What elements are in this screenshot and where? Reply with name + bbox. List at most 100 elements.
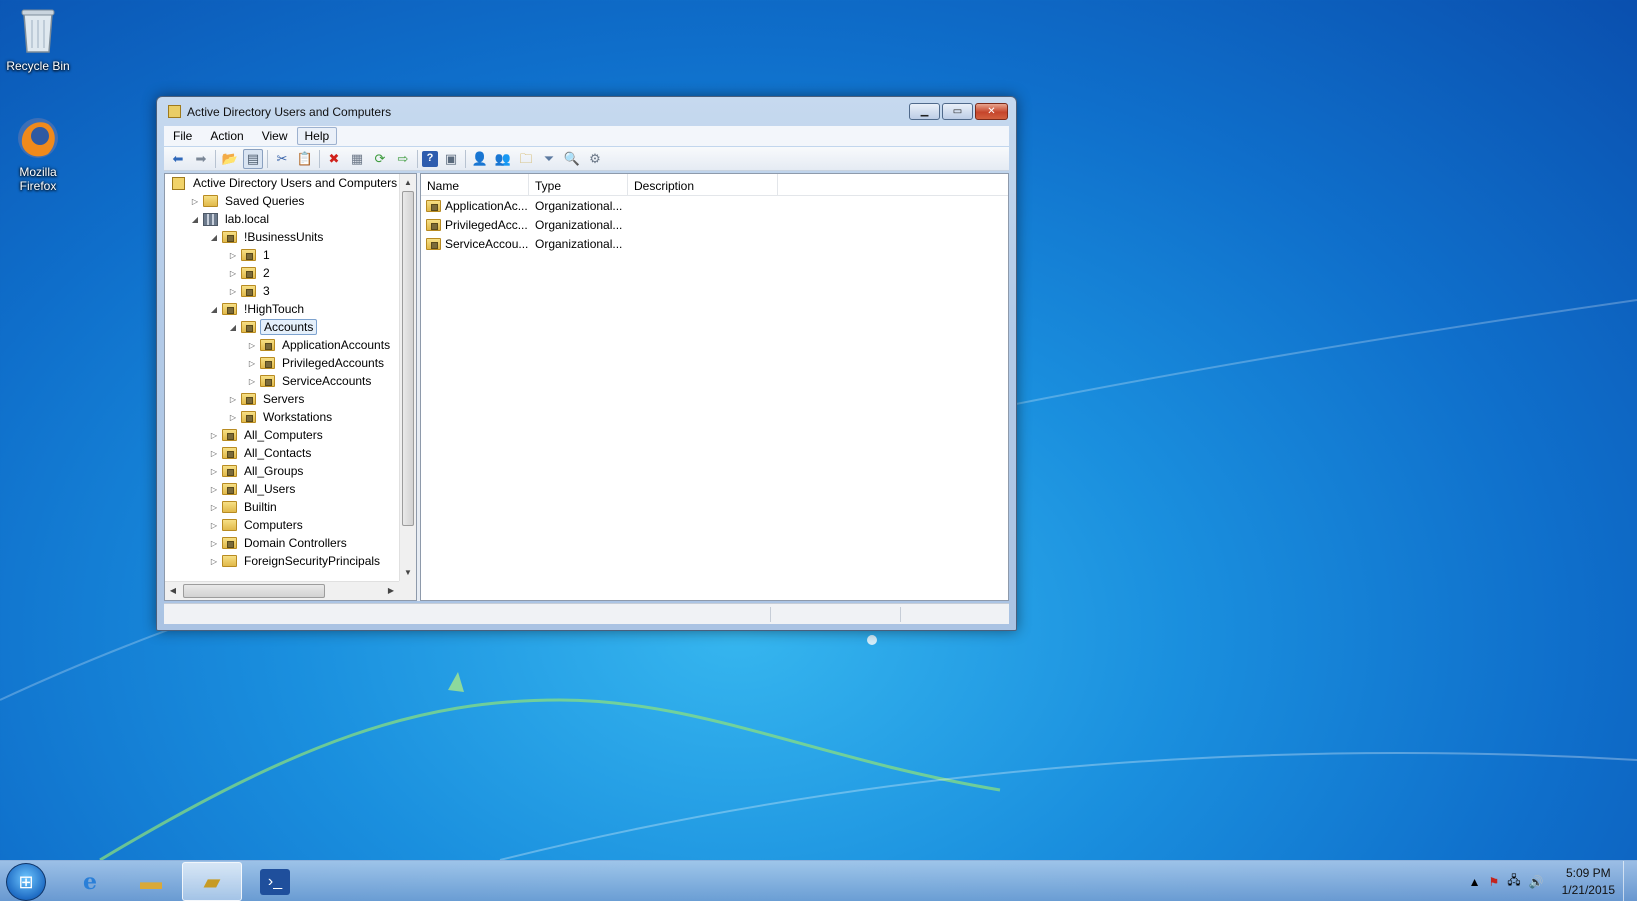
expand-arrow-icon[interactable]: ▷ — [228, 395, 238, 404]
expand-arrow-icon[interactable]: ▷ — [247, 359, 257, 368]
collapse-arrow-icon[interactable]: ◢ — [228, 323, 238, 332]
tree-item[interactable]: ▷ All_Groups — [165, 462, 399, 480]
taskbar-aduc[interactable]: ▰ — [182, 862, 242, 901]
tree-item[interactable]: ▷ Domain Controllers — [165, 534, 399, 552]
expand-arrow-icon[interactable]: ▷ — [209, 521, 219, 530]
taskbar-internet-explorer[interactable]: e — [60, 862, 120, 901]
action-center-icon[interactable]: ⚑ — [1489, 875, 1500, 889]
expand-arrow-icon[interactable]: ▷ — [228, 251, 238, 260]
expand-arrow-icon[interactable]: ▷ — [209, 557, 219, 566]
tree-item[interactable]: ▷ Builtin — [165, 498, 399, 516]
title-bar[interactable]: Active Directory Users and Computers ▁ ▭… — [157, 97, 1016, 125]
clock[interactable]: 5:09 PM 1/21/2015 — [1562, 865, 1615, 899]
volume-icon[interactable]: 🔊 — [1529, 875, 1544, 889]
expand-arrow-icon[interactable]: ▷ — [209, 485, 219, 494]
tree-item[interactable]: ◢ Accounts — [165, 318, 399, 336]
expand-arrow-icon[interactable]: ▷ — [209, 467, 219, 476]
list-item[interactable]: ServiceAccou... Organizational... — [421, 234, 1008, 253]
show-hide-icon[interactable]: ▣ — [441, 149, 461, 169]
expand-arrow-icon[interactable]: ▷ — [190, 197, 200, 206]
column-header-name[interactable]: Name — [421, 174, 529, 195]
tree-item[interactable]: ▷ ServiceAccounts — [165, 372, 399, 390]
desktop-icon-recycle-bin[interactable]: Recycle Bin — [0, 6, 76, 73]
copy-icon[interactable]: 📋 — [295, 149, 315, 169]
close-button[interactable]: ✕ — [975, 103, 1008, 120]
tree-item[interactable]: ◢ lab.local — [165, 210, 399, 228]
console-tree-icon[interactable]: ▤ — [243, 148, 263, 169]
tree-item[interactable]: ▷ 3 — [165, 282, 399, 300]
expand-arrow-icon[interactable]: ▷ — [209, 431, 219, 440]
column-header-description[interactable]: Description — [628, 174, 778, 195]
column-header-type[interactable]: Type — [529, 174, 628, 195]
collapse-arrow-icon[interactable]: ◢ — [190, 215, 200, 224]
tree-item[interactable]: ▷ Workstations — [165, 408, 399, 426]
tree-item[interactable]: ▷ All_Users — [165, 480, 399, 498]
tree-item[interactable]: Active Directory Users and Computers [la — [165, 174, 399, 192]
expand-arrow-icon[interactable]: ▷ — [209, 449, 219, 458]
console-tree[interactable]: Active Directory Users and Computers [la… — [165, 174, 399, 581]
tree-item[interactable]: ▷ PrivilegedAccounts — [165, 354, 399, 372]
menu-view[interactable]: View — [253, 127, 297, 145]
tree-item[interactable]: ▷ ForeignSecurityPrincipals — [165, 552, 399, 570]
expand-arrow-icon[interactable]: ▷ — [247, 377, 257, 386]
delete-icon[interactable]: ✖ — [324, 149, 344, 169]
tree-item[interactable]: ◢ !BusinessUnits — [165, 228, 399, 246]
new-ou-icon[interactable]: 🗀 — [516, 149, 536, 169]
forward-icon[interactable]: ➡ — [191, 149, 211, 169]
tree-item[interactable]: ▷ All_Contacts — [165, 444, 399, 462]
tree-item[interactable]: ▷ 2 — [165, 264, 399, 282]
list-item[interactable]: ApplicationAc... Organizational... — [421, 196, 1008, 215]
filter-icon[interactable]: ⏷ — [539, 149, 559, 169]
expand-arrow-icon[interactable]: ▷ — [228, 287, 238, 296]
tree-item[interactable]: ▷ Servers — [165, 390, 399, 408]
delegate-icon[interactable]: ⚙ — [585, 149, 605, 169]
properties-icon[interactable]: ▦ — [347, 149, 367, 169]
desktop-icon-firefox[interactable]: Mozilla Firefox — [0, 114, 76, 193]
expand-arrow-icon[interactable]: ▷ — [228, 269, 238, 278]
console-tree-pane[interactable]: Active Directory Users and Computers [la… — [164, 173, 417, 601]
network-icon[interactable]: 🖧 — [1507, 871, 1520, 892]
scroll-down-arrow-icon[interactable]: ▼ — [400, 564, 416, 581]
tree-item[interactable]: ▷ 1 — [165, 246, 399, 264]
tree-item[interactable]: ▷ Computers — [165, 516, 399, 534]
list-item[interactable]: PrivilegedAcc... Organizational... — [421, 215, 1008, 234]
details-pane[interactable]: Name Type Description ApplicationAc... Or… — [420, 173, 1009, 601]
menu-file[interactable]: File — [164, 127, 201, 145]
taskbar-explorer[interactable]: ▬ — [121, 862, 181, 901]
scroll-thumb[interactable] — [183, 584, 325, 598]
up-folder-icon[interactable]: 📂 — [220, 149, 240, 169]
new-group-icon[interactable]: 👥 — [493, 149, 513, 169]
expand-arrow-icon[interactable]: ▷ — [247, 341, 257, 350]
taskbar-powershell[interactable]: ›_ — [245, 862, 305, 901]
collapse-arrow-icon[interactable]: ◢ — [209, 305, 219, 314]
scroll-left-arrow-icon[interactable]: ◀ — [165, 582, 181, 600]
collapse-arrow-icon[interactable]: ◢ — [209, 233, 219, 242]
tree-item[interactable]: ▷ ApplicationAccounts — [165, 336, 399, 354]
help-icon[interactable]: ? — [422, 150, 438, 167]
menu-help[interactable]: Help — [296, 127, 338, 145]
scroll-up-arrow-icon[interactable]: ▲ — [400, 174, 416, 191]
tree-item[interactable]: ▷ Saved Queries — [165, 192, 399, 210]
tree-item[interactable]: ▷ All_Computers — [165, 426, 399, 444]
tree-vertical-scrollbar[interactable]: ▲ ▼ — [399, 174, 416, 581]
expand-arrow-icon[interactable]: ▷ — [209, 539, 219, 548]
new-user-icon[interactable]: 👤 — [470, 149, 490, 169]
cut-icon[interactable]: ✂ — [272, 149, 292, 169]
expand-arrow-icon[interactable]: ▷ — [209, 503, 219, 512]
refresh-icon[interactable]: ⟳ — [370, 149, 390, 169]
show-hidden-icons-icon[interactable]: ▲ — [1469, 875, 1481, 889]
scroll-thumb[interactable] — [402, 191, 414, 526]
aduc-window[interactable]: Active Directory Users and Computers ▁ ▭… — [156, 96, 1017, 631]
minimize-button[interactable]: ▁ — [909, 103, 940, 120]
scroll-right-arrow-icon[interactable]: ▶ — [383, 582, 399, 600]
tree-item[interactable]: ◢ !HighTouch — [165, 300, 399, 318]
tree-horizontal-scrollbar[interactable]: ◀ ▶ — [165, 581, 399, 600]
menu-action[interactable]: Action — [201, 127, 252, 145]
find-icon[interactable]: 🔍 — [562, 149, 582, 169]
maximize-button[interactable]: ▭ — [942, 103, 973, 120]
expand-arrow-icon[interactable]: ▷ — [228, 413, 238, 422]
export-icon[interactable]: ⇨ — [393, 149, 413, 169]
back-icon[interactable]: ⬅ — [168, 149, 188, 169]
start-button[interactable]: ⊞ — [6, 863, 46, 901]
show-desktop-button[interactable] — [1623, 861, 1637, 901]
